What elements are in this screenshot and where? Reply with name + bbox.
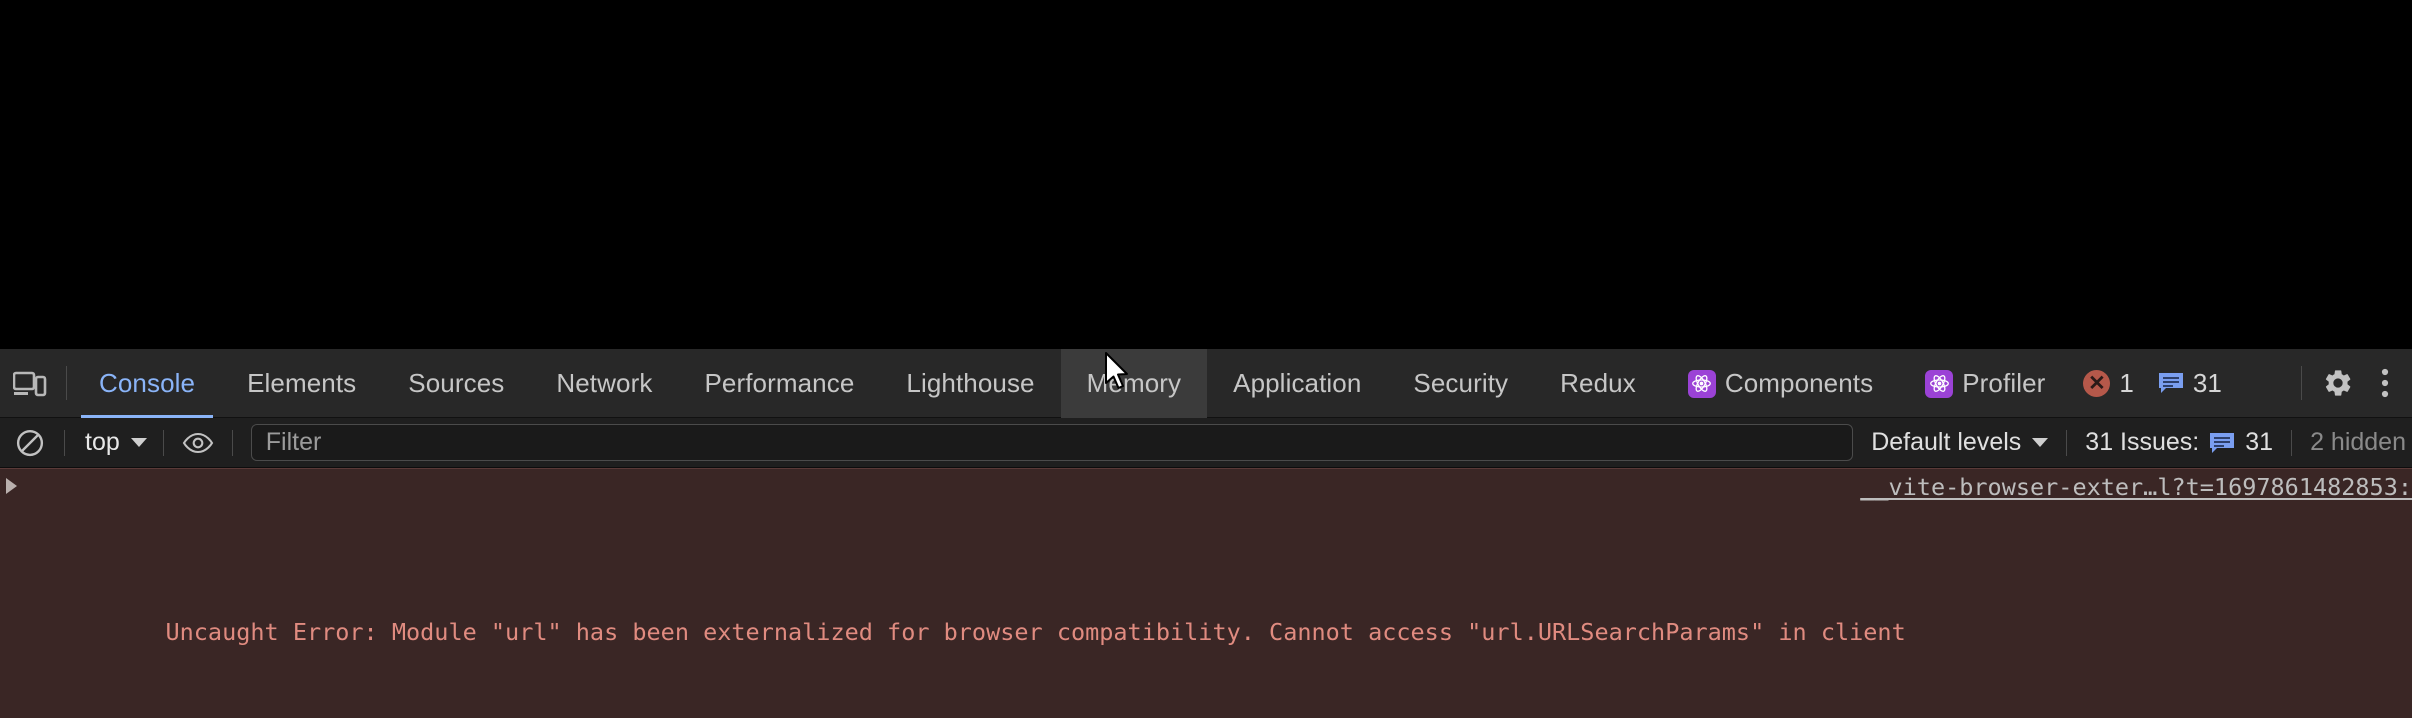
tab-network[interactable]: Network bbox=[530, 349, 678, 418]
devtools-panel: Console Elements Sources Network Perform… bbox=[0, 348, 2412, 718]
chevron-down-icon bbox=[2032, 438, 2049, 447]
tab-label: Console bbox=[99, 368, 196, 398]
tab-components[interactable]: Components bbox=[1662, 349, 1899, 418]
tab-label: Sources bbox=[408, 368, 505, 398]
issues-summary[interactable]: 31 Issues: 31 bbox=[2077, 428, 2281, 457]
execution-context-label: top bbox=[85, 428, 120, 456]
tab-label: Elements bbox=[247, 368, 357, 398]
error-circle-icon: ✕ bbox=[2083, 369, 2111, 397]
tab-label: Components bbox=[1724, 368, 1874, 398]
devtools-tabbar: Console Elements Sources Network Perform… bbox=[0, 349, 2412, 418]
console-message-list: Uncaught Error: Module "url" has been ex… bbox=[0, 468, 2412, 718]
issues-label: 31 Issues: bbox=[2085, 428, 2200, 456]
error-text: Uncaught Error: Module "url" has been ex… bbox=[165, 618, 1906, 646]
error-count-badge[interactable]: ✕ 1 bbox=[2071, 349, 2145, 417]
tab-console[interactable]: Console bbox=[73, 349, 221, 418]
tab-label: Network bbox=[556, 368, 653, 398]
gear-icon[interactable] bbox=[2308, 349, 2368, 418]
chevron-down-icon bbox=[130, 438, 147, 447]
issues-count: 31 bbox=[2245, 428, 2274, 456]
tab-label: Application bbox=[1233, 368, 1362, 398]
react-icon bbox=[1925, 369, 1954, 398]
message-count-badge[interactable]: 31 bbox=[2146, 349, 2234, 417]
tabbar-divider-right bbox=[2301, 366, 2302, 400]
tab-redux[interactable]: Redux bbox=[1534, 349, 1662, 418]
clear-console-icon[interactable] bbox=[6, 418, 54, 468]
kebab-menu-icon[interactable] bbox=[2368, 349, 2402, 418]
devtools-screenshot: Console Elements Sources Network Perform… bbox=[0, 0, 2412, 718]
filterbar-divider bbox=[2291, 429, 2293, 456]
log-levels-selector[interactable]: Default levels bbox=[1863, 428, 2056, 457]
tab-label: Performance bbox=[704, 368, 855, 398]
tab-memory[interactable]: Memory bbox=[1060, 349, 1208, 418]
device-toolbar-icon[interactable] bbox=[0, 349, 60, 418]
filterbar-divider bbox=[162, 429, 164, 456]
tab-label: Memory bbox=[1086, 368, 1182, 398]
filter-input[interactable] bbox=[250, 424, 1854, 461]
tab-label: Redux bbox=[1560, 368, 1636, 398]
tab-label: Security bbox=[1413, 368, 1509, 398]
react-icon bbox=[1687, 369, 1716, 398]
expand-triangle-icon[interactable] bbox=[6, 478, 17, 494]
tab-sources[interactable]: Sources bbox=[382, 349, 530, 418]
error-line-1: Uncaught Error: Module "url" has been ex… bbox=[0, 589, 2412, 676]
tab-application[interactable]: Application bbox=[1207, 349, 1387, 418]
tab-label: Lighthouse bbox=[906, 368, 1035, 398]
live-expression-eye-icon[interactable] bbox=[174, 418, 222, 468]
message-icon bbox=[2209, 432, 2235, 454]
console-error-message[interactable]: Uncaught Error: Module "url" has been ex… bbox=[0, 468, 2412, 718]
console-filter-toolbar: top Default levels 31 Issues: bbox=[0, 418, 2412, 468]
tab-lighthouse[interactable]: Lighthouse bbox=[880, 349, 1060, 418]
message-source-link[interactable]: __vite-browser-exter…l?t=1697861482853: bbox=[1860, 473, 2412, 502]
filterbar-divider bbox=[64, 429, 65, 456]
tabbar-spacer bbox=[2234, 349, 2295, 417]
tab-performance[interactable]: Performance bbox=[678, 349, 880, 418]
tab-elements[interactable]: Elements bbox=[221, 349, 382, 418]
message-icon bbox=[2158, 372, 2184, 394]
tab-security[interactable]: Security bbox=[1387, 349, 1534, 418]
tab-label: Profiler bbox=[1962, 368, 2046, 398]
tabbar-divider bbox=[66, 366, 67, 400]
hidden-messages-label: 2 hidden bbox=[2310, 428, 2406, 456]
tab-profiler[interactable]: Profiler bbox=[1899, 349, 2071, 418]
message-count: 31 bbox=[2192, 367, 2222, 398]
execution-context-selector[interactable]: top bbox=[75, 428, 153, 457]
page-viewport bbox=[0, 0, 2412, 348]
filterbar-divider bbox=[2066, 429, 2068, 456]
filterbar-divider bbox=[231, 429, 233, 456]
log-levels-label: Default levels bbox=[1871, 428, 2022, 456]
error-count: 1 bbox=[2119, 367, 2134, 398]
